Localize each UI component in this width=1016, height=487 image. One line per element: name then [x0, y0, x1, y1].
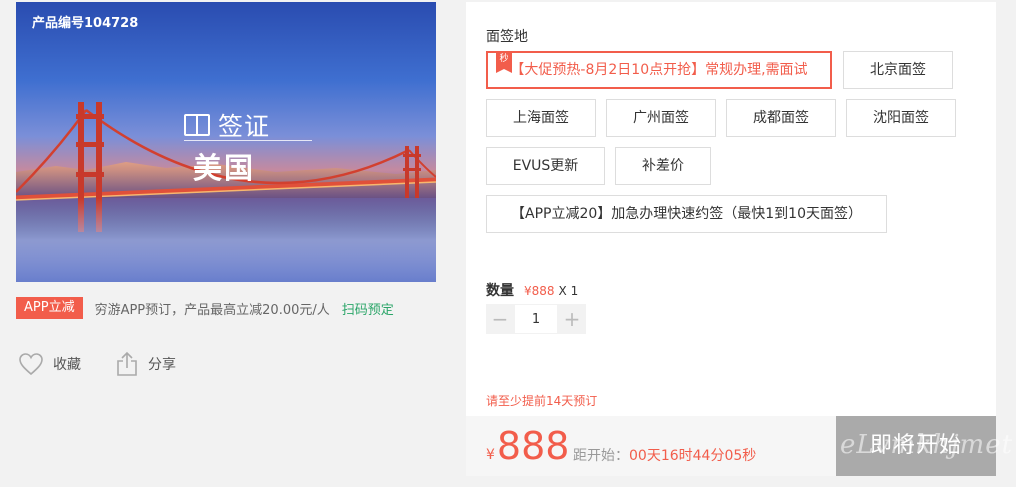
option-shanghai[interactable]: 上海面签	[486, 99, 596, 137]
app-discount-badge: APP立减	[16, 297, 83, 319]
booking-panel: 面签地 秒 【大促预热-8月2日10点开抢】常规办理,需面试 北京面签 上海面签…	[466, 2, 996, 476]
favorite-button[interactable]: 收藏	[18, 352, 81, 376]
visa-label: 签证	[218, 112, 271, 141]
share-icon	[117, 351, 137, 376]
countdown: 距开始：00天16时44分05秒	[573, 445, 756, 465]
option-guangzhou[interactable]: 广州面签	[606, 99, 716, 137]
promo-description: 穷游APP预订，产品最高立减20.00元/人	[94, 302, 330, 318]
option-chengdu[interactable]: 成都面签	[726, 99, 836, 137]
quantity-row: 数量 ¥888 X 1	[486, 280, 578, 300]
heart-icon	[19, 353, 43, 376]
option-label: 上海面签	[513, 110, 569, 126]
option-label: 沈阳面签	[873, 110, 929, 126]
option-label: 北京面签	[870, 62, 926, 78]
coming-soon-button[interactable]: 即将开始	[836, 416, 996, 476]
product-code: 产品编号104728	[32, 16, 139, 31]
increase-button[interactable]: +	[558, 304, 586, 334]
option-evus-update[interactable]: EVUS更新	[486, 147, 605, 185]
option-label: 【APP立减20】加急办理快速约签（最快1到10天面签）	[511, 206, 862, 222]
passport-icon	[184, 114, 210, 136]
unit-price: ¥888	[524, 284, 555, 298]
share-label: 分享	[148, 357, 176, 373]
decrease-button[interactable]: −	[486, 304, 514, 334]
quantity-multiplier: X 1	[558, 284, 579, 298]
option-label: 成都面签	[753, 110, 809, 126]
country-name: 美国	[193, 151, 256, 185]
interview-location-title: 面签地	[486, 29, 528, 45]
currency-symbol: ¥	[486, 447, 495, 463]
visa-divider	[184, 140, 312, 141]
quantity-input[interactable]	[514, 304, 558, 334]
product-actions: 收藏 分享	[18, 351, 176, 377]
quantity-stepper: − +	[486, 304, 586, 334]
countdown-label: 距开始：	[573, 448, 629, 464]
price: ¥ 888	[486, 424, 569, 468]
option-beijing[interactable]: 北京面签	[843, 51, 953, 89]
favorite-label: 收藏	[53, 357, 81, 373]
scan-to-book-link[interactable]: 扫码预定	[342, 299, 394, 318]
share-button[interactable]: 分享	[115, 351, 176, 377]
price-value: 888	[496, 424, 570, 468]
option-price-difference[interactable]: 补差价	[615, 147, 711, 185]
option-label: EVUS更新	[512, 158, 579, 174]
quantity-label: 数量	[486, 283, 514, 299]
seckill-flag: 秒	[496, 51, 512, 73]
option-label: 【大促预热-8月2日10点开抢】常规办理,需面试	[510, 62, 808, 78]
product-image: 产品编号104728 签证 美国	[16, 2, 436, 282]
option-label: 广州面签	[633, 110, 689, 126]
countdown-time: 00天16时44分05秒	[629, 448, 757, 464]
advance-booking-notice: 请至少提前14天预订	[486, 394, 598, 408]
option-expedited[interactable]: 【APP立减20】加急办理快速约签（最快1到10天面签）	[486, 195, 887, 233]
option-shenyang[interactable]: 沈阳面签	[846, 99, 956, 137]
option-regular-interview[interactable]: 秒 【大促预热-8月2日10点开抢】常规办理,需面试	[486, 51, 832, 89]
app-promo: APP立减 穷游APP预订，产品最高立减20.00元/人 扫码预定	[16, 297, 394, 319]
visa-tag: 签证	[184, 107, 270, 143]
option-label: 补差价	[642, 158, 684, 174]
purchase-bar: ¥ 888 距开始：00天16时44分05秒 即将开始	[466, 416, 996, 476]
